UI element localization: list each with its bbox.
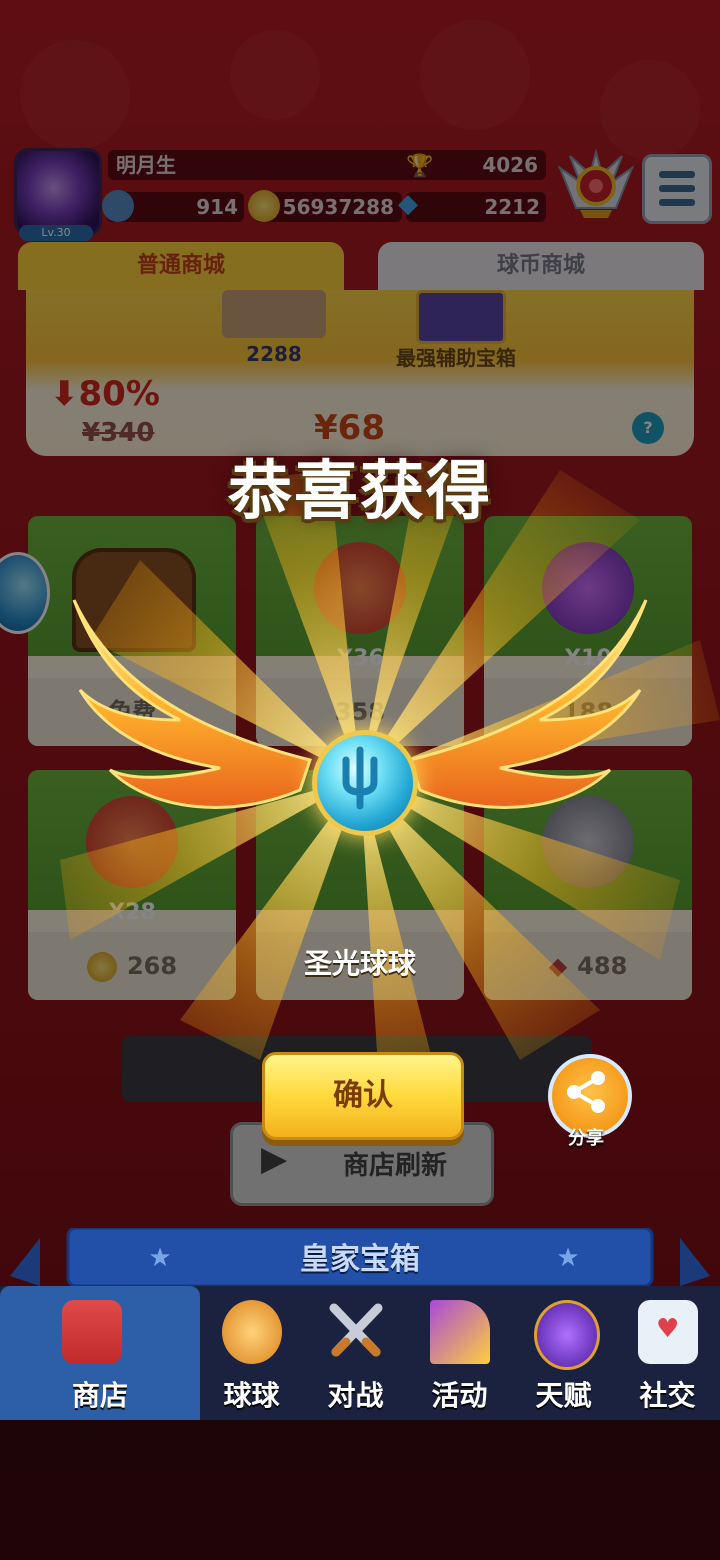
share-icon	[567, 1071, 605, 1113]
swords-icon-svg	[329, 1303, 383, 1357]
planet-icon	[534, 1300, 600, 1370]
royal-chest-label: 皇家宝箱	[300, 1242, 420, 1277]
nav-shop[interactable]: 商店	[0, 1286, 200, 1420]
chat-icon: ♥	[638, 1300, 698, 1364]
nav-label: 球球	[223, 1379, 280, 1412]
balls-icon	[222, 1300, 282, 1364]
popup-title: 恭喜获得	[228, 455, 492, 529]
nav-label: 对战	[327, 1379, 384, 1412]
swords-icon	[326, 1300, 386, 1364]
game-screen: Lv.30 明月生 🏆 4026 914 56937288 ◆ 2212 普通商…	[0, 0, 720, 1560]
heart-icon: ♥	[656, 1314, 680, 1344]
nav-battle[interactable]: 对战	[304, 1286, 407, 1420]
nav-events[interactable]: 活动	[408, 1286, 511, 1420]
confirm-button[interactable]: 确认	[262, 1052, 464, 1140]
party-icon	[430, 1300, 490, 1364]
share-label: 分享	[568, 1128, 604, 1149]
nav-label: 天赋	[535, 1379, 592, 1412]
nav-label: 商店	[71, 1379, 128, 1412]
nav-talent[interactable]: 天赋	[512, 1286, 615, 1420]
nav-social[interactable]: ♥ 社交	[616, 1286, 719, 1420]
holy-light-ball-icon	[312, 730, 418, 836]
shop-icon	[62, 1300, 122, 1364]
nav-balls[interactable]: 球球	[200, 1286, 303, 1420]
nav-label: 社交	[639, 1379, 696, 1412]
nav-label: 活动	[431, 1379, 488, 1412]
reward-item-name: 圣光球球	[303, 947, 416, 980]
trident-icon	[342, 746, 378, 810]
